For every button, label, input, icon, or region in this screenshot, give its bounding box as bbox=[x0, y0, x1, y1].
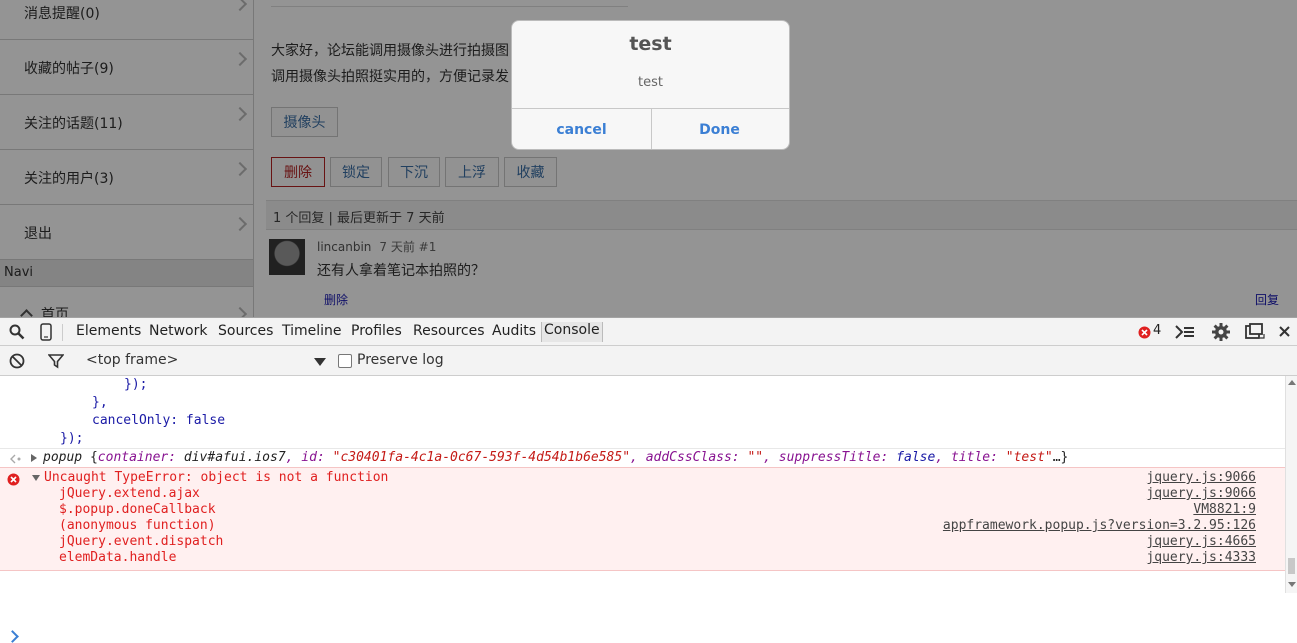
stack-frame: elemData.handle bbox=[59, 550, 177, 565]
stack-frame: $.popup.doneCallback bbox=[59, 502, 216, 517]
search-icon[interactable] bbox=[9, 324, 25, 340]
error-count[interactable]: 4 bbox=[1153, 323, 1161, 338]
source-link[interactable]: jquery.js:9066 bbox=[1146, 486, 1256, 502]
scroll-up-icon[interactable] bbox=[1288, 380, 1296, 385]
close-icon[interactable] bbox=[1279, 326, 1290, 337]
devtools-tabbar: Elements Network Sources Timeline Profil… bbox=[0, 317, 1297, 346]
console-prompt-icon[interactable] bbox=[6, 630, 19, 643]
scrollbar-thumb[interactable] bbox=[1288, 558, 1295, 574]
log-value: false bbox=[888, 450, 936, 465]
filter-icon[interactable] bbox=[48, 353, 64, 369]
dialog-title: test bbox=[629, 33, 672, 55]
expand-triangle-icon[interactable] bbox=[30, 453, 38, 463]
dock-side-icon[interactable] bbox=[1245, 323, 1265, 341]
console-toolbar: <top frame> Preserve log bbox=[0, 346, 1297, 376]
scroll-down-icon[interactable] bbox=[1288, 582, 1296, 587]
console-code-line: }, bbox=[92, 395, 108, 410]
gear-icon[interactable] bbox=[1211, 322, 1231, 342]
tab-audits[interactable]: Audits bbox=[492, 323, 536, 339]
error-message: Uncaught TypeError: object is not a func… bbox=[44, 470, 389, 485]
console-code-line: }); bbox=[60, 431, 84, 446]
log-key: , title: bbox=[935, 450, 998, 465]
log-value: "test" bbox=[997, 450, 1053, 465]
tab-console[interactable]: Console bbox=[541, 322, 603, 342]
console-scrollbar[interactable] bbox=[1285, 376, 1297, 593]
preserve-log-label: Preserve log bbox=[357, 352, 444, 368]
code-key: cancelOnly: bbox=[92, 413, 179, 428]
popup-dialog: test test cancel Done bbox=[511, 20, 790, 150]
console-code-line: }); bbox=[124, 377, 148, 392]
devtools-panel: Elements Network Sources Timeline Profil… bbox=[0, 317, 1297, 643]
web-page: 消息提醒(0) 收藏的帖子(9) 关注的话题(11) 关注的用户(3) 退出 N… bbox=[0, 0, 1297, 317]
frame-selector[interactable]: <top frame> bbox=[86, 352, 178, 368]
tab-profiles[interactable]: Profiles bbox=[351, 323, 402, 339]
console-log-object[interactable]: popup {container: div#afui.ios7, id: "c3… bbox=[43, 450, 1068, 466]
dropdown-arrow-icon[interactable] bbox=[314, 358, 326, 366]
error-icon bbox=[7, 473, 20, 486]
tab-network[interactable]: Network bbox=[149, 323, 207, 339]
dialog-actions: cancel Done bbox=[512, 108, 789, 149]
source-link[interactable]: jquery.js:4665 bbox=[1146, 534, 1256, 550]
log-brace: …} bbox=[1052, 450, 1069, 465]
source-link[interactable]: VM8821:9 bbox=[1193, 502, 1256, 518]
expand-triangle-icon[interactable] bbox=[31, 474, 41, 482]
code-value: false bbox=[178, 413, 226, 428]
device-mode-icon[interactable] bbox=[40, 323, 52, 341]
log-brace: { bbox=[89, 450, 98, 465]
clear-console-icon[interactable] bbox=[9, 353, 25, 369]
error-count-icon[interactable] bbox=[1138, 326, 1151, 339]
preserve-log-checkbox[interactable] bbox=[338, 354, 352, 368]
stack-frame: jQuery.extend.ajax bbox=[59, 486, 200, 501]
log-key: , id: bbox=[285, 450, 325, 465]
divider bbox=[62, 324, 63, 341]
source-link[interactable]: jquery.js:4333 bbox=[1146, 550, 1256, 566]
tab-sources[interactable]: Sources bbox=[218, 323, 273, 339]
log-value: div#afui.ios7 bbox=[176, 450, 286, 465]
source-link[interactable]: appframework.popup.js?version=3.2.95:126 bbox=[943, 518, 1256, 534]
tab-elements[interactable]: Elements bbox=[76, 323, 141, 339]
dialog-cancel-button[interactable]: cancel bbox=[512, 109, 652, 149]
tab-timeline[interactable]: Timeline bbox=[282, 323, 342, 339]
console-code-line: cancelOnly: false bbox=[92, 413, 225, 429]
source-link[interactable]: jquery.js:9066 bbox=[1146, 470, 1256, 486]
log-value: "c30401fa-4c1a-0c67-593f-4d54b1b6e585" bbox=[324, 450, 631, 465]
return-value-icon bbox=[10, 454, 21, 464]
tab-resources[interactable]: Resources bbox=[413, 323, 485, 339]
console-output: }); }, cancelOnly: false }); popup {cont… bbox=[0, 376, 1285, 643]
dialog-message: test bbox=[638, 75, 663, 90]
log-value: "" bbox=[739, 450, 764, 465]
console-error-message: Uncaught TypeError: object is not a func… bbox=[0, 467, 1285, 571]
log-prefix: popup bbox=[43, 450, 90, 465]
log-key: , addCssClass: bbox=[630, 450, 740, 465]
drawer-console-icon[interactable] bbox=[1175, 324, 1195, 340]
log-key: , suppressTitle: bbox=[763, 450, 889, 465]
divider bbox=[0, 448, 1285, 449]
log-key: container: bbox=[97, 450, 177, 465]
stack-frame: jQuery.event.dispatch bbox=[59, 534, 224, 549]
stack-frame: (anonymous function) bbox=[59, 518, 216, 533]
dialog-done-button[interactable]: Done bbox=[650, 109, 789, 149]
